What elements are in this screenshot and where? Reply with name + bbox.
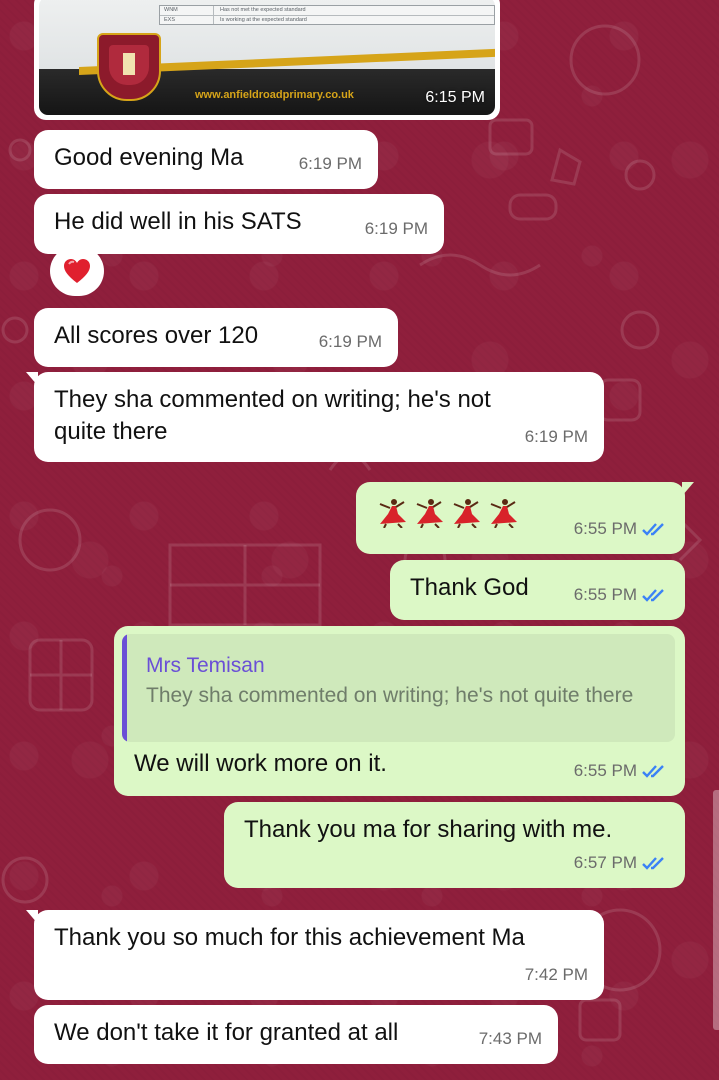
row-description: Has not met the expected standard — [220, 7, 306, 13]
image-message[interactable]: WNM Has not met the expected standard EX… — [34, 0, 500, 120]
message-time: 6:19 PM — [298, 154, 362, 173]
message-text: They sha commented on writing; he's not … — [54, 386, 491, 445]
message-text: All scores over 120 — [54, 322, 259, 349]
message-text: We don't take it for granted at all — [54, 1019, 399, 1046]
message-time: 6:19 PM — [364, 219, 428, 238]
message-time: 6:19 PM — [524, 427, 588, 446]
message-text: Thank God — [410, 574, 529, 601]
message-incoming[interactable]: Thank you so much for this achievement M… — [26, 910, 604, 1000]
message-time: 6:55 PM — [573, 761, 637, 780]
double-check-icon — [642, 857, 664, 870]
message-time: 7:43 PM — [478, 1029, 542, 1048]
reply-message[interactable]: Mrs Temisan They sha commented on writin… — [114, 626, 685, 796]
double-check-icon — [642, 523, 664, 536]
red-heart-icon — [64, 259, 90, 283]
message-text: He did well in his SATS — [54, 208, 302, 235]
message-outgoing[interactable]: Thank God 6:55 PM — [390, 560, 685, 620]
dancer-emoji-icon — [453, 499, 480, 528]
message-text: Thank you ma for sharing with me. — [244, 816, 613, 843]
quote-text: They sha commented on writing; he's not … — [146, 684, 634, 707]
message-outgoing[interactable]: 6:55 PM — [356, 482, 694, 554]
message-time: 6:57 PM — [573, 853, 637, 872]
dancer-emoji-icon — [379, 499, 406, 528]
message-time: 6:55 PM — [573, 519, 637, 538]
message-incoming[interactable]: All scores over 120 6:19 PM — [34, 308, 398, 367]
quote-author: Mrs Temisan — [146, 654, 265, 677]
school-crest-icon — [97, 33, 161, 101]
message-time: 6:15 PM — [425, 89, 485, 106]
report-table-row: WNM Has not met the expected standard — [160, 6, 494, 15]
message-incoming[interactable]: Good evening Ma 6:19 PM — [34, 130, 378, 189]
message-incoming[interactable]: We don't take it for granted at all 7:43… — [34, 1005, 558, 1064]
message-text: Good evening Ma — [54, 144, 244, 171]
quoted-message[interactable]: Mrs Temisan They sha commented on writin… — [122, 634, 675, 742]
report-table-row: EXS Is working at the expected standard — [160, 15, 494, 24]
row-code: EXS — [160, 16, 214, 24]
double-check-icon — [642, 765, 664, 778]
message-text: We will work more on it. — [134, 750, 387, 777]
scroll-indicator[interactable] — [713, 790, 719, 1030]
report-photo: WNM Has not met the expected standard EX… — [39, 0, 495, 115]
message-meta: 6:55 PM — [574, 513, 669, 545]
message-meta: 6:55 PM — [574, 579, 669, 611]
message-meta: 6:57 PM — [574, 847, 669, 879]
report-table: WNM Has not met the expected standard EX… — [159, 5, 495, 25]
quote-accent-bar — [122, 634, 127, 742]
row-code: WNM — [160, 6, 214, 15]
bubble-tail — [26, 910, 38, 924]
message-time: 6:19 PM — [318, 332, 382, 351]
message-text: Thank you so much for this achievement M… — [54, 924, 525, 951]
bubble-tail — [26, 372, 38, 386]
double-check-icon — [642, 589, 664, 602]
school-url: www.anfieldroadprimary.co.uk — [195, 89, 354, 101]
bubble-tail — [682, 482, 694, 496]
reaction-badge[interactable] — [50, 246, 104, 296]
message-incoming[interactable]: He did well in his SATS 6:19 PM — [34, 194, 444, 254]
row-description: Is working at the expected standard — [220, 16, 307, 23]
message-outgoing[interactable]: Thank you ma for sharing with me. 6:57 P… — [224, 802, 685, 888]
message-time: 6:55 PM — [573, 585, 637, 604]
message-meta: 6:55 PM — [574, 755, 669, 787]
message-incoming[interactable]: They sha commented on writing; he's not … — [26, 372, 604, 462]
message-time: 7:42 PM — [524, 965, 588, 984]
dancer-emoji-icon — [416, 499, 443, 528]
dancer-emoji-icon — [490, 499, 517, 528]
